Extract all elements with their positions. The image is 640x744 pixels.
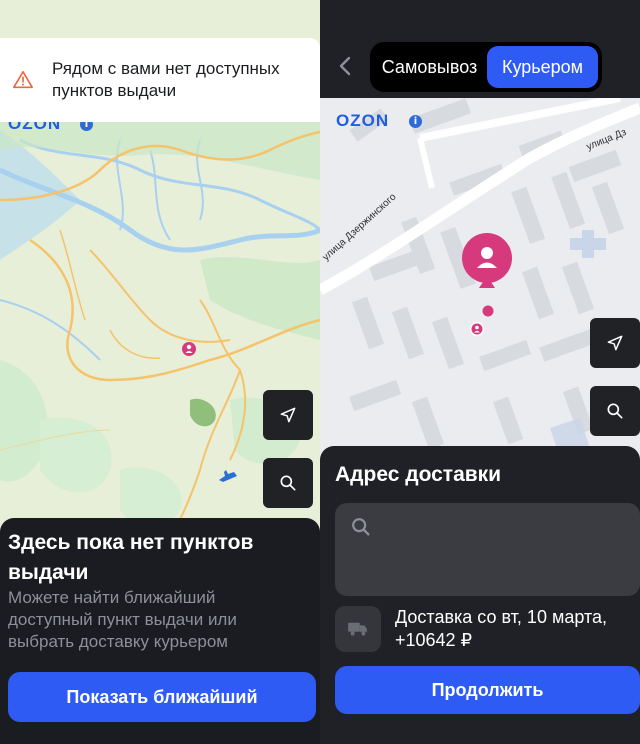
sheet-description: Можете найти ближайший доступный пункт в… (8, 588, 237, 651)
tab-courier[interactable]: Курьером (487, 46, 598, 88)
map-search-button[interactable] (590, 386, 640, 436)
sheet-title: Здесь пока нет пунктов выдачи (8, 531, 254, 584)
truck-badge (335, 606, 381, 652)
locate-me-button[interactable] (590, 318, 640, 368)
address-input[interactable] (380, 513, 630, 541)
show-nearest-button[interactable]: Показать ближайший (8, 672, 316, 722)
locate-me-button[interactable] (263, 390, 313, 440)
search-icon (607, 403, 623, 419)
continue-button[interactable]: Продолжить (335, 666, 640, 714)
user-pin-icon[interactable] (182, 342, 196, 356)
warning-icon (13, 70, 33, 89)
tab-pickup[interactable]: Самовывоз (374, 46, 485, 88)
courier-delivery-screen: улица Дзержинского улица Дз OZON i Самов… (320, 0, 640, 744)
top-bar: Самовывоз Курьером (320, 0, 640, 98)
sheet-title: Адрес доставки (335, 463, 502, 486)
navigation-arrow-icon (280, 407, 296, 423)
ozon-logo: OZON (336, 111, 390, 130)
no-pickup-alert: Рядом с вами нет доступных пунктов выдач… (0, 38, 320, 122)
delivery-mode-switch: Самовывоз Курьером (370, 42, 602, 92)
map-search-button[interactable] (263, 458, 313, 508)
search-icon (352, 518, 370, 536)
truck-icon (348, 622, 367, 636)
info-icon[interactable]: i (409, 115, 422, 128)
back-chevron-icon[interactable] (336, 54, 356, 78)
pickup-unavailable-screen: OZON i Рядом с вами нет доступных пункто… (0, 0, 320, 744)
address-field[interactable] (335, 503, 640, 596)
delivery-info: Доставка со вт, 10 марта, +10642 ₽ (395, 607, 608, 650)
alert-text: Рядом с вами нет доступных пунктов выдач… (52, 59, 280, 100)
navigation-arrow-icon (607, 335, 623, 351)
search-icon (280, 475, 296, 491)
